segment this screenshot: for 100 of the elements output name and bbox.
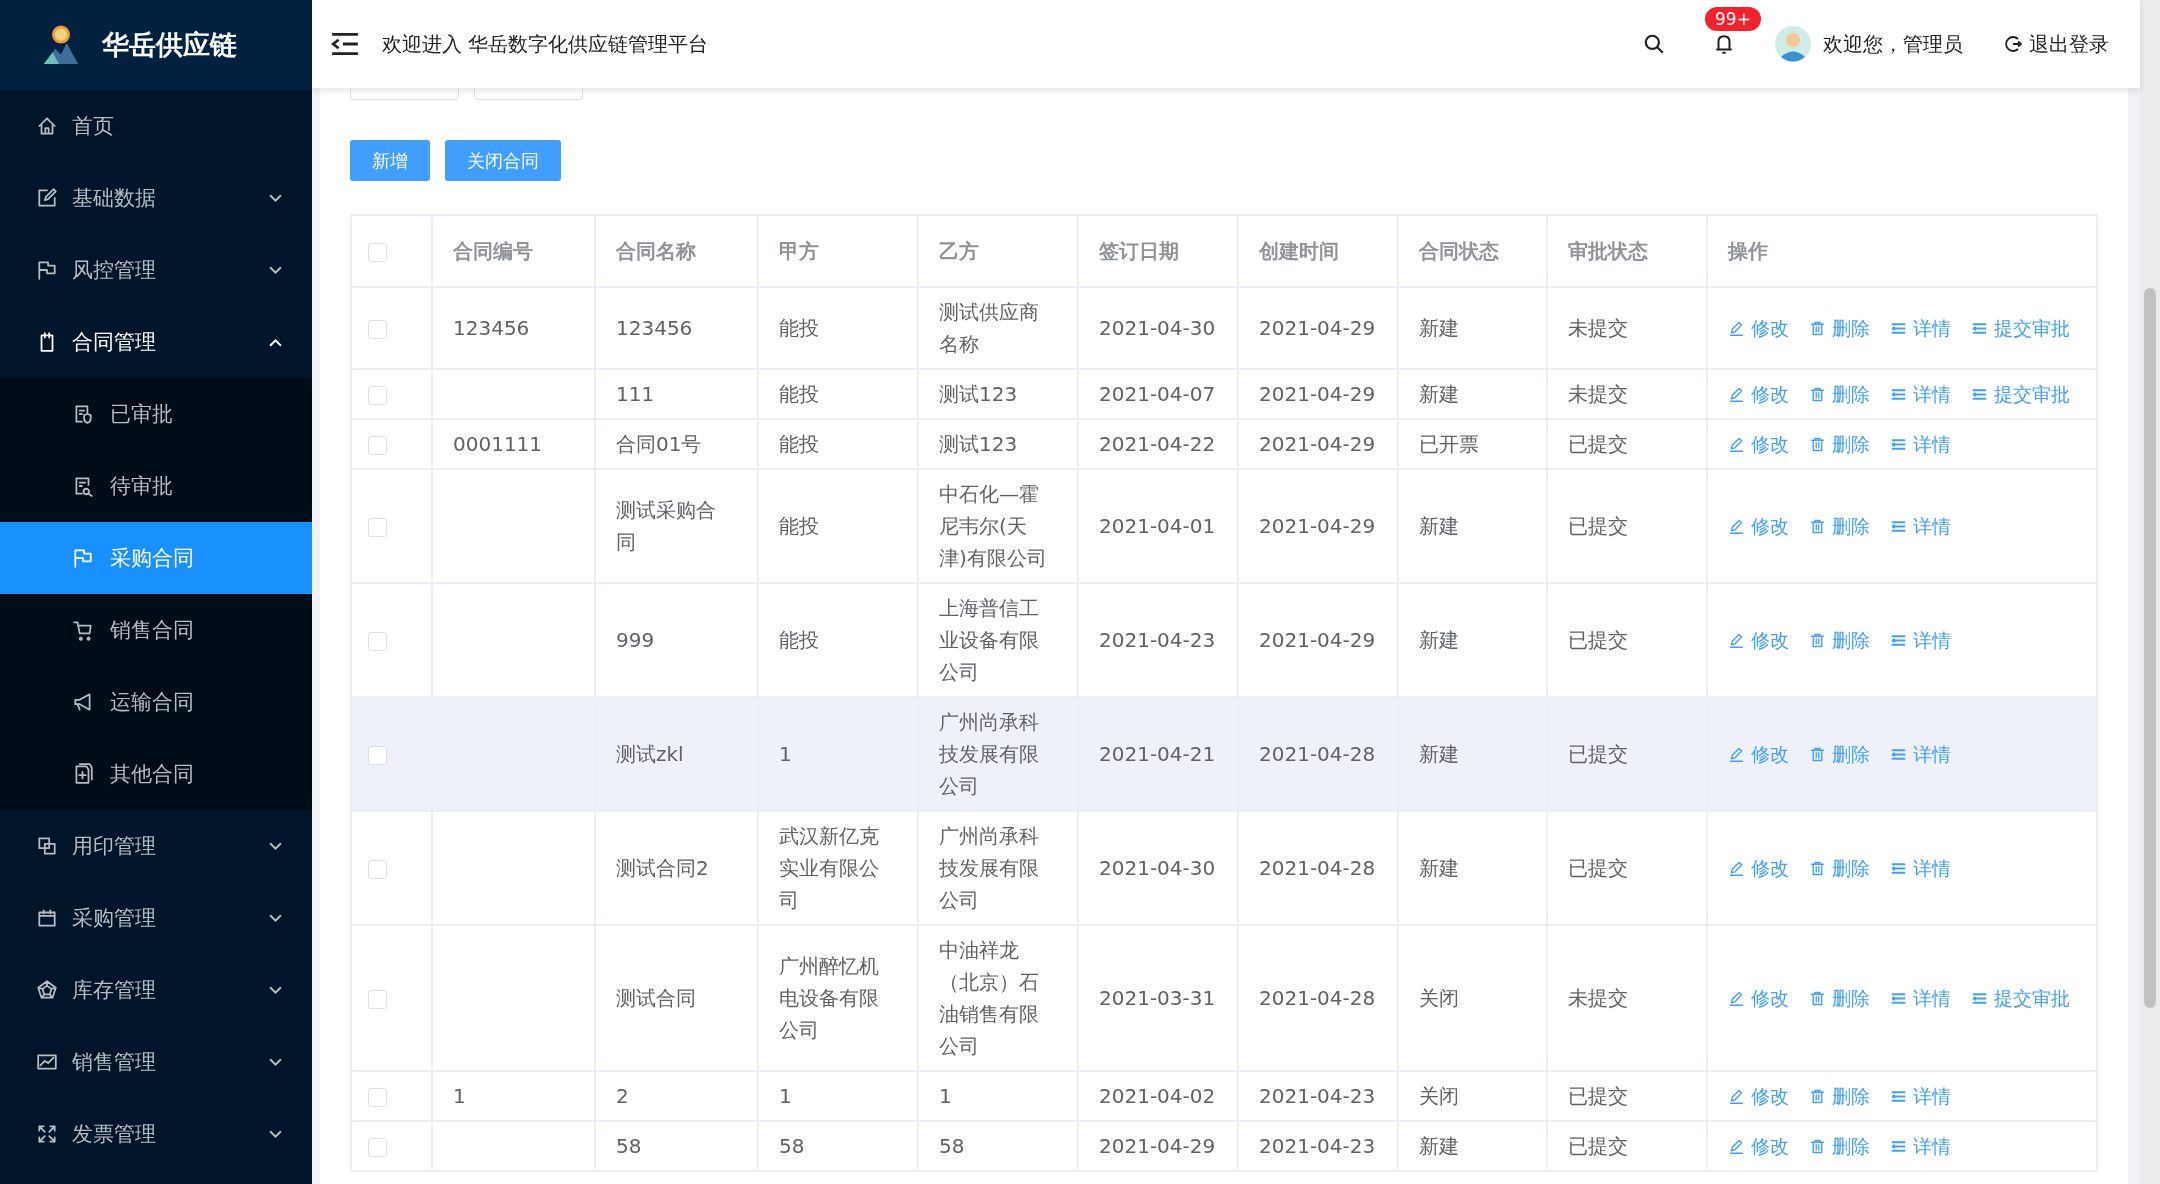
sidebar-submenu-item[interactable]: 已审批 — [0, 378, 312, 450]
logout-button[interactable]: 退出登录 — [2003, 30, 2109, 58]
edit-link[interactable]: 修改 — [1728, 312, 1789, 344]
sidebar-submenu-item[interactable]: 待审批 — [0, 450, 312, 522]
delete-link[interactable]: 删除 — [1809, 738, 1870, 770]
row-checkbox[interactable] — [368, 990, 387, 1009]
trash-icon — [1809, 1137, 1826, 1155]
row-checkbox[interactable] — [368, 320, 387, 339]
sidebar-menu-item[interactable]: 合同管理 — [0, 306, 312, 378]
sidebar-submenu-item[interactable]: 运输合同 — [0, 666, 312, 738]
chevron-down-icon — [269, 1129, 282, 1139]
detail-link[interactable]: 详情 — [1890, 738, 1951, 770]
table-cell: 测试123 — [939, 382, 1018, 406]
row-checkbox[interactable] — [368, 436, 387, 455]
table-cell: 2021-04-29 — [1099, 1134, 1216, 1158]
edit-link[interactable]: 修改 — [1728, 428, 1789, 460]
row-checkbox[interactable] — [368, 1138, 387, 1157]
table-cell: 武汉新亿克实业有限公司 — [779, 824, 879, 912]
table-cell: 测试合同 — [616, 986, 696, 1010]
detail-link[interactable]: 详情 — [1890, 1130, 1951, 1162]
row-checkbox[interactable] — [368, 632, 387, 651]
sidebar-menu-item[interactable]: 用印管理 — [0, 810, 312, 882]
sidebar-menu-item[interactable]: 发票管理 — [0, 1098, 312, 1170]
search-icon[interactable] — [1643, 33, 1665, 55]
table-cell: 2021-04-29 — [1259, 628, 1376, 652]
table-cell: 新建 — [1419, 382, 1459, 406]
row-checkbox[interactable] — [368, 518, 387, 537]
delete-link[interactable]: 删除 — [1809, 1130, 1870, 1162]
row-checkbox[interactable] — [368, 1088, 387, 1107]
table-cell: 已提交 — [1568, 742, 1628, 766]
edit-link[interactable]: 修改 — [1728, 1130, 1789, 1162]
delete-link[interactable]: 删除 — [1809, 982, 1870, 1014]
user-greeting: 欢迎您，管理员 — [1823, 30, 1963, 58]
table-cell: 已提交 — [1568, 856, 1628, 880]
table-cell: 未提交 — [1568, 316, 1628, 340]
toolbar-button[interactable]: 新增 — [350, 140, 430, 181]
delete-link[interactable]: 删除 — [1809, 312, 1870, 344]
detail-link[interactable]: 详情 — [1890, 1080, 1951, 1112]
row-checkbox[interactable] — [368, 860, 387, 879]
sidebar-submenu-item[interactable]: 销售合同 — [0, 594, 312, 666]
edit-link[interactable]: 修改 — [1728, 738, 1789, 770]
bell-icon[interactable] — [1713, 33, 1735, 55]
table-cell: 测试123 — [939, 432, 1018, 456]
sidebar-menu-item[interactable]: 库存管理 — [0, 954, 312, 1026]
delete-link[interactable]: 删除 — [1809, 852, 1870, 884]
table-cell: 中油祥龙（北京）石油销售有限公司 — [939, 938, 1039, 1058]
detail-link[interactable]: 详情 — [1890, 852, 1951, 884]
table-cell: 58 — [779, 1134, 805, 1158]
select-all-checkbox[interactable] — [368, 243, 387, 262]
table-cell: 能投 — [779, 432, 819, 456]
edit-link[interactable]: 修改 — [1728, 1080, 1789, 1112]
sidebar-menu-item[interactable]: 首页 — [0, 90, 312, 162]
sidebar-submenu-item[interactable]: 其他合同 — [0, 738, 312, 810]
edit-link[interactable]: 修改 — [1728, 378, 1789, 410]
table-cell: 2021-04-30 — [1099, 856, 1216, 880]
table-cell: 2021-03-31 — [1099, 986, 1216, 1010]
table-cell: 已开票 — [1419, 432, 1479, 456]
avatar-icon — [1775, 26, 1811, 62]
sidebar-menu-item[interactable]: 采购管理 — [0, 882, 312, 954]
detail-link[interactable]: 详情 — [1890, 510, 1951, 542]
edit-link[interactable]: 修改 — [1728, 510, 1789, 542]
detail-link[interactable]: 详情 — [1890, 428, 1951, 460]
sidebar-menu-item[interactable]: 销售管理 — [0, 1026, 312, 1098]
brand-name: 华岳供应链 — [102, 28, 237, 62]
submit-link[interactable]: 提交审批 — [1971, 982, 2070, 1014]
delete-link[interactable]: 删除 — [1809, 378, 1870, 410]
submit-link[interactable]: 提交审批 — [1971, 378, 2070, 410]
edit-link[interactable]: 修改 — [1728, 624, 1789, 656]
chevron-down-icon — [269, 193, 282, 203]
edit-link[interactable]: 修改 — [1728, 852, 1789, 884]
sidebar-submenu-item[interactable]: 采购合同 — [0, 522, 312, 594]
trash-icon — [1809, 859, 1826, 877]
delete-link[interactable]: 删除 — [1809, 510, 1870, 542]
detail-link[interactable]: 详情 — [1890, 624, 1951, 656]
table-cell: 已提交 — [1568, 1134, 1628, 1158]
scrollbar[interactable] — [2140, 0, 2160, 1184]
toolbar-button[interactable]: 关闭合同 — [445, 140, 561, 181]
sidebar-menu-item[interactable]: 基础数据 — [0, 162, 312, 234]
menu-collapse-icon[interactable] — [330, 31, 360, 57]
table-cell: 58 — [939, 1134, 965, 1158]
delete-link[interactable]: 删除 — [1809, 428, 1870, 460]
delete-link[interactable]: 删除 — [1809, 1080, 1870, 1112]
row-checkbox[interactable] — [368, 386, 387, 405]
detail-link[interactable]: 详情 — [1890, 982, 1951, 1014]
submit-link[interactable]: 提交审批 — [1971, 312, 2070, 344]
row-checkbox[interactable] — [368, 746, 387, 765]
sidebar-menu-item[interactable]: 风控管理 — [0, 234, 312, 306]
edit-link[interactable]: 修改 — [1728, 982, 1789, 1014]
table-cell: 中石化—霍尼韦尔(天津)有限公司 — [939, 482, 1047, 570]
table-cell: 2021-04-02 — [1099, 1084, 1216, 1108]
mountain-sun-logo-icon — [42, 24, 80, 66]
table-cell: 2021-04-30 — [1099, 316, 1216, 340]
table-cell: 广州醉忆机电设备有限公司 — [779, 954, 879, 1042]
table-cell: 2021-04-28 — [1259, 856, 1376, 880]
pencil-icon — [1728, 517, 1745, 535]
expand-arrows-icon — [36, 1123, 58, 1145]
detail-link[interactable]: 详情 — [1890, 312, 1951, 344]
detail-link[interactable]: 详情 — [1890, 378, 1951, 410]
trash-icon — [1809, 631, 1826, 649]
delete-link[interactable]: 删除 — [1809, 624, 1870, 656]
